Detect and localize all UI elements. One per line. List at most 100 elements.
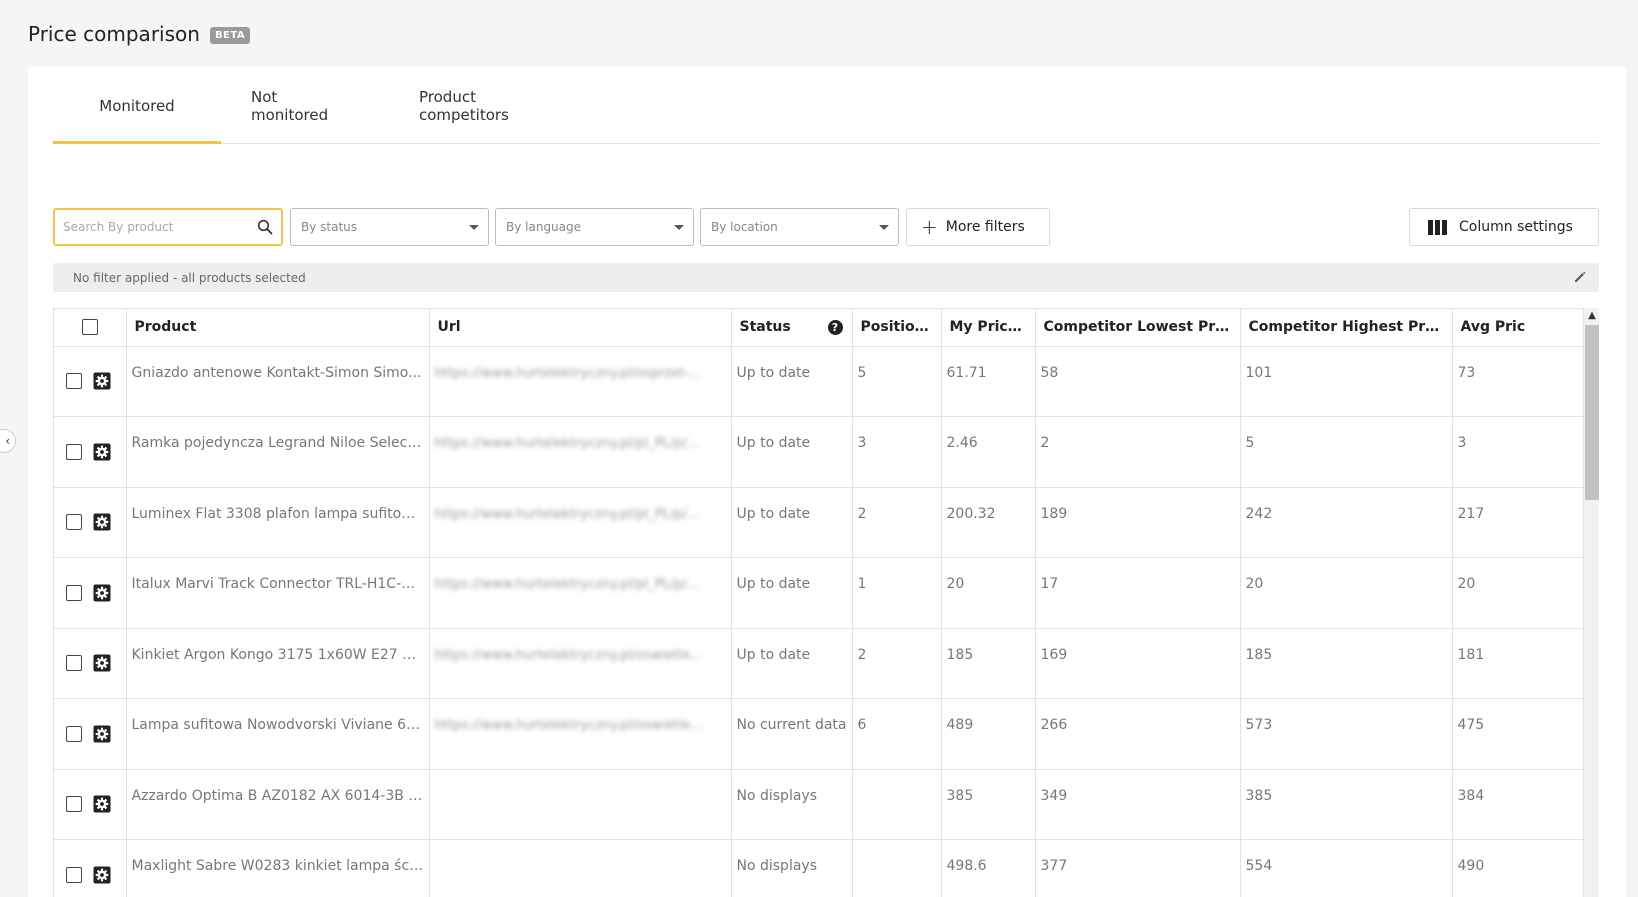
search-icon[interactable] (257, 219, 273, 235)
url-text[interactable]: https://www.hurtelektryczny.pl/pl_PL/p/.… (435, 436, 700, 451)
column-header-product[interactable]: Product (126, 309, 430, 347)
row-checkbox[interactable] (66, 725, 82, 742)
url-text[interactable]: https://www.hurtelektryczny.pl/oswietle.… (435, 648, 703, 663)
cell-status: Up to date (731, 557, 853, 629)
row-checkbox[interactable] (66, 443, 82, 460)
column-header-avg-price[interactable]: Avg Pric (1452, 309, 1598, 347)
cell-url[interactable] (429, 769, 732, 840)
cell-status: No displays (731, 769, 853, 840)
select-all-checkbox[interactable] (81, 319, 98, 336)
gear-icon[interactable] (92, 794, 112, 814)
column-header-my-price[interactable]: My Price ... (941, 309, 1036, 347)
status-select[interactable]: By status (290, 208, 489, 246)
cell-competitor-lowest-price: 58 (1035, 346, 1241, 417)
location-select[interactable]: By location (700, 208, 899, 246)
tab-product-competitors[interactable]: Product competitors (389, 67, 589, 144)
cell-my-price: 498.6 (941, 839, 1036, 897)
cell-competitor-lowest-price: 349 (1035, 769, 1241, 840)
table-scrollbar[interactable]: ▲ (1583, 308, 1599, 897)
column-header-competitor-lowest-price[interactable]: Competitor Lowest Price ... (1035, 309, 1241, 347)
row-checkbox[interactable] (66, 514, 82, 531)
cell-product[interactable]: Ramka pojedyncza Legrand Niloe Select... (126, 416, 430, 488)
more-filters-button[interactable]: + More filters (906, 208, 1050, 246)
table-row[interactable]: Luminex Flat 3308 plafon lampa sufitow..… (54, 487, 1598, 558)
cell-avg-price: 3 (1452, 416, 1598, 488)
cell-product[interactable]: Gniazdo antenowe Kontakt-Simon Simo... (126, 346, 430, 417)
page-title: Price comparison (28, 22, 200, 46)
pencil-icon[interactable] (1573, 270, 1587, 284)
cell-my-price: 20 (941, 557, 1036, 629)
cell-url[interactable]: https://www.hurtelektryczny.pl/oswietle.… (429, 628, 732, 699)
scroll-up-arrow[interactable]: ▲ (1584, 308, 1600, 324)
chevron-down-icon (879, 225, 889, 230)
cell-avg-price: 73 (1452, 346, 1598, 417)
language-select[interactable]: By language (495, 208, 694, 246)
cell-competitor-lowest-price: 189 (1035, 487, 1241, 558)
table-row[interactable]: Kinkiet Argon Kongo 3175 1x60W E27 czar.… (54, 628, 1598, 699)
filter-toolbar: By status By language By location + More… (53, 208, 1599, 246)
cell-url[interactable]: https://www.hurtelektryczny.pl/pl_PL/p/.… (429, 557, 732, 629)
scroll-thumb[interactable] (1585, 325, 1599, 500)
cell-product[interactable]: Maxlight Sabre W0283 kinkiet lampa ści..… (126, 839, 430, 897)
cell-url[interactable]: https://www.hurtelektryczny.pl/oswietle.… (429, 698, 732, 770)
gear-icon[interactable] (92, 724, 112, 744)
cell-product[interactable]: Azzardo Optima B AZ0182 AX 6014-3B Kin..… (126, 769, 430, 840)
chevron-down-icon (469, 225, 479, 230)
table-row[interactable]: Ramka pojedyncza Legrand Niloe Select...… (54, 416, 1598, 488)
cell-avg-price: 217 (1452, 487, 1598, 558)
table-row[interactable]: Azzardo Optima B AZ0182 AX 6014-3B Kin..… (54, 769, 1598, 840)
column-header-competitor-highest-price[interactable]: Competitor Highest Price ... (1240, 309, 1453, 347)
gear-icon[interactable] (92, 653, 112, 673)
cell-url[interactable]: https://www.hurtelektryczny.pl/pl_PL/p/.… (429, 416, 732, 488)
select-all-cell (54, 309, 127, 347)
cell-product[interactable]: Luminex Flat 3308 plafon lampa sufitow..… (126, 487, 430, 558)
cell-competitor-lowest-price: 266 (1035, 698, 1241, 770)
cell-product[interactable]: Lampa sufitowa Nowodvorski Viviane 65... (126, 698, 430, 770)
row-checkbox[interactable] (66, 655, 82, 672)
cell-position: 5 (852, 346, 942, 417)
filter-summary-text: No filter applied - all products selecte… (73, 270, 306, 285)
table-row[interactable]: Lampa sufitowa Nowodvorski Viviane 65...… (54, 698, 1598, 770)
url-text[interactable]: https://www.hurtelektryczny.pl/pl_PL/p/.… (435, 577, 700, 592)
cell-product[interactable]: Italux Marvi Track Connector TRL-H1C-C..… (126, 557, 430, 629)
table-row[interactable]: Maxlight Sabre W0283 kinkiet lampa ści..… (54, 839, 1598, 897)
column-header-url[interactable]: Url (429, 309, 732, 347)
column-header-status[interactable]: Status ? (731, 309, 853, 347)
tab-not-monitored[interactable]: Not monitored (221, 67, 389, 144)
cell-position: 6 (852, 698, 942, 770)
help-icon[interactable]: ? (827, 320, 843, 335)
sidebar-collapse-button[interactable]: ‹ (0, 429, 16, 453)
tab-bar: Monitored Not monitored Product competit… (53, 67, 1599, 144)
cell-avg-price: 181 (1452, 628, 1598, 699)
table-row[interactable]: Italux Marvi Track Connector TRL-H1C-C..… (54, 557, 1598, 629)
gear-icon[interactable] (92, 865, 112, 885)
cell-url[interactable]: https://www.hurtelektryczny.pl/osprzet-.… (429, 346, 732, 417)
url-text[interactable]: https://www.hurtelektryczny.pl/oswietle.… (435, 718, 703, 733)
url-text[interactable]: https://www.hurtelektryczny.pl/pl_PL/p/.… (435, 507, 700, 522)
chevron-left-icon: ‹ (5, 434, 10, 448)
row-checkbox[interactable] (66, 866, 82, 883)
row-checkbox[interactable] (66, 796, 82, 813)
search-input[interactable] (63, 220, 243, 234)
cell-status: Up to date (731, 416, 853, 488)
column-settings-label: Column settings (1459, 219, 1573, 235)
table-row[interactable]: Gniazdo antenowe Kontakt-Simon Simo... h… (54, 346, 1598, 417)
main-card: Monitored Not monitored Product competit… (28, 67, 1626, 897)
row-checkbox[interactable] (66, 373, 82, 390)
cell-url[interactable]: https://www.hurtelektryczny.pl/pl_PL/p/.… (429, 487, 732, 558)
tab-monitored[interactable]: Monitored (53, 67, 221, 144)
gear-icon[interactable] (92, 512, 112, 532)
gear-icon[interactable] (92, 583, 112, 603)
cell-url[interactable] (429, 839, 732, 897)
gear-icon[interactable] (92, 371, 112, 391)
cell-product[interactable]: Kinkiet Argon Kongo 3175 1x60W E27 czar.… (126, 628, 430, 699)
row-checkbox[interactable] (66, 584, 82, 601)
column-header-position[interactable]: Position ... (852, 309, 942, 347)
gear-icon[interactable] (92, 442, 112, 462)
cell-position: 2 (852, 628, 942, 699)
row-select-cell (54, 628, 127, 699)
column-settings-button[interactable]: Column settings (1409, 208, 1599, 246)
cell-status: Up to date (731, 346, 853, 417)
url-text[interactable]: https://www.hurtelektryczny.pl/osprzet-.… (435, 366, 702, 381)
row-select-cell (54, 557, 127, 629)
